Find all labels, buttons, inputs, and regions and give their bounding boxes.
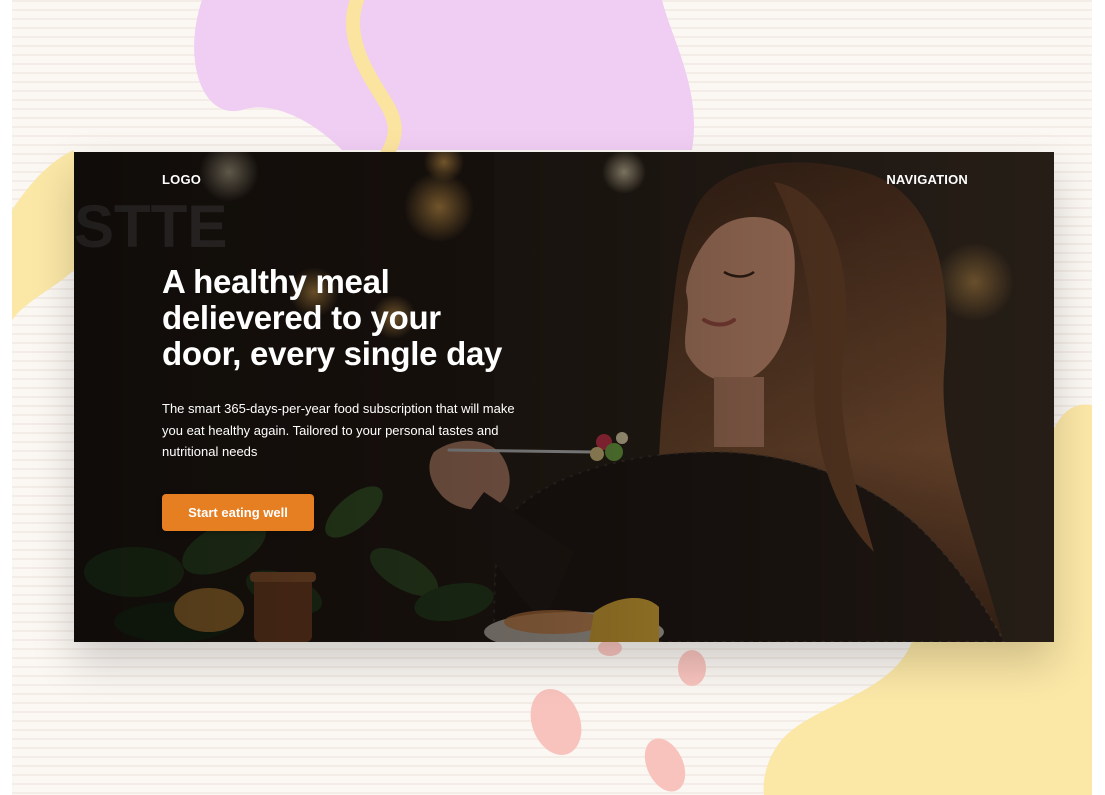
page-background: STTE — [12, 0, 1092, 795]
pink-drop — [644, 738, 686, 792]
hero-section: STTE — [74, 152, 1054, 642]
headline-line: delievered to your — [162, 299, 441, 336]
start-eating-well-button[interactable]: Start eating well — [162, 494, 314, 531]
yellow-blob-left — [12, 150, 74, 320]
headline-line: door, every single day — [162, 335, 503, 372]
purple-blob — [194, 0, 695, 150]
pink-drop — [678, 650, 706, 686]
navigation-link[interactable]: NAVIGATION — [886, 172, 968, 187]
description-line: you eat healthy again. Tailored to your … — [162, 422, 499, 438]
pink-drop — [598, 640, 622, 656]
hero-headline: A healthy meal delievered to your door, … — [162, 264, 582, 372]
headline-line: A healthy meal — [162, 263, 390, 300]
description-line: nutritional needs — [162, 444, 258, 459]
description-line: The smart 365-days-per-year food subscri… — [162, 401, 515, 416]
hero-description: The smart 365-days-per-year food subscri… — [162, 398, 562, 463]
hero-photo: STTE — [74, 152, 1054, 642]
pink-drop — [530, 689, 582, 755]
logo[interactable]: LOGO — [162, 172, 201, 187]
